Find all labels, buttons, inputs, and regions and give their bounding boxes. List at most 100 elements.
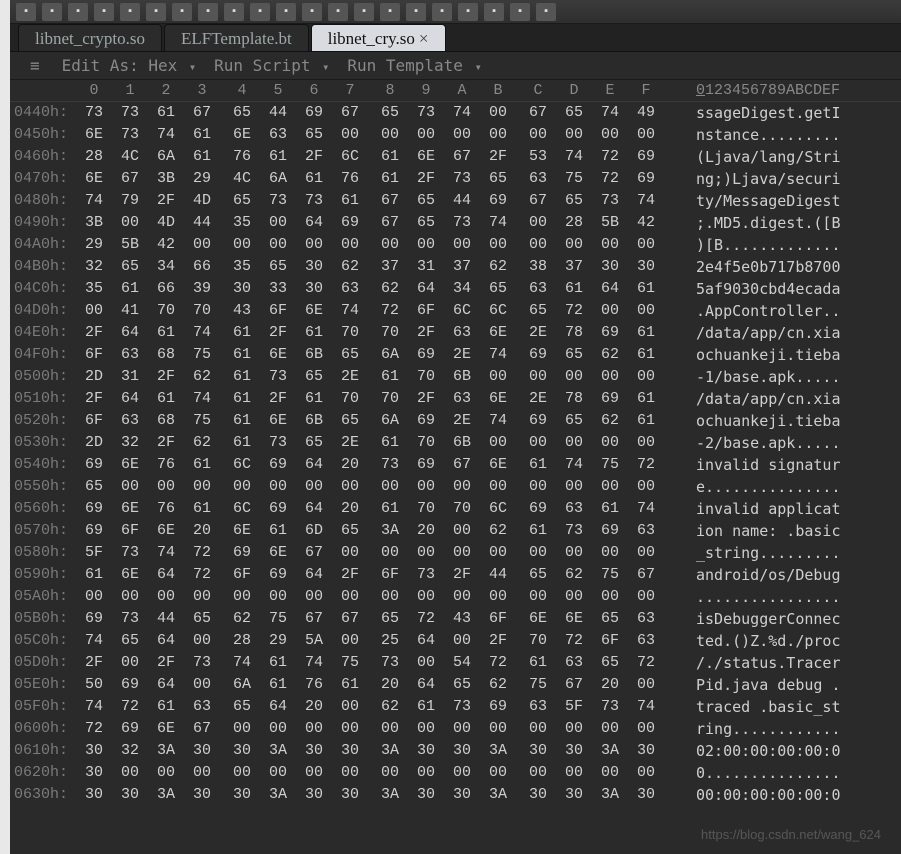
hex-byte[interactable]: 69 [480,190,516,212]
hex-byte[interactable]: 30 [296,740,332,762]
ascii-button[interactable]: ▪ [302,3,322,21]
hex-byte[interactable]: 61 [184,454,220,476]
hex-byte[interactable]: 61 [372,168,408,190]
hex-byte[interactable]: 64 [148,564,184,586]
hex-byte[interactable]: 65 [332,344,368,366]
hex-byte[interactable]: 29 [76,234,112,256]
hex-byte[interactable]: 43 [224,300,260,322]
ascii-cell[interactable]: -2/base.apk..... [672,432,901,454]
hex-byte[interactable]: 2E [332,366,368,388]
hex-byte[interactable]: 5B [112,234,148,256]
hex-byte[interactable]: 00 [480,586,516,608]
hex-byte[interactable]: 5F [556,696,592,718]
hex-byte[interactable]: 75 [592,564,628,586]
hex-byte[interactable]: 00 [184,762,220,784]
redo-button[interactable]: ▪ [146,3,166,21]
hex-byte[interactable]: 00 [592,476,628,498]
hex-byte[interactable]: 65 [556,344,592,366]
hex-byte[interactable]: 00 [480,432,516,454]
hex-byte[interactable]: 64 [296,498,332,520]
hex-byte[interactable]: 61 [628,278,664,300]
hex-byte[interactable]: 61 [520,454,556,476]
hex-byte[interactable]: 43 [444,608,480,630]
hex-bytes[interactable]: 6E673B294C6A6176612F736563757269 [76,168,672,190]
hex-byte[interactable]: 30 [184,740,220,762]
hex-byte[interactable]: 62 [556,564,592,586]
hex-byte[interactable]: 00 [112,652,148,674]
hex-byte[interactable]: 63 [444,322,480,344]
hex-byte[interactable]: 00 [332,630,368,652]
hex-byte[interactable]: 00 [556,476,592,498]
ascii-cell[interactable]: ;.MD5.digest.([B [672,212,901,234]
hex-byte[interactable]: 54 [444,652,480,674]
hex-byte[interactable]: 6C [480,498,516,520]
hex-byte[interactable]: 67 [296,608,332,630]
hex-byte[interactable]: 61 [556,278,592,300]
hex-byte[interactable]: 3A [480,784,516,806]
hex-byte[interactable]: 00 [556,234,592,256]
hex-byte[interactable]: 00 [480,366,516,388]
hex-bytes[interactable]: 2D322F626173652E61706B0000000000 [76,432,672,454]
hex-byte[interactable]: 61 [296,168,332,190]
ascii-cell[interactable]: ng;)Ljava/securi [672,168,901,190]
hex-byte[interactable]: 72 [628,454,664,476]
hex-byte[interactable]: 00 [556,542,592,564]
hex-byte[interactable]: 00 [592,586,628,608]
hex-byte[interactable]: 70 [184,300,220,322]
hex-byte[interactable]: 00 [224,476,260,498]
hex-bytes[interactable]: 30303A30303A30303A30303A30303A30 [76,784,672,806]
ascii-cell[interactable]: _string......... [672,542,901,564]
hex-byte[interactable]: 61 [628,322,664,344]
hex-byte[interactable]: 3A [260,740,296,762]
hex-byte[interactable]: 61 [260,652,296,674]
hex-byte[interactable]: 63 [184,696,220,718]
hex-byte[interactable]: 00 [260,586,296,608]
hex-byte[interactable]: 00 [408,762,444,784]
hex-byte[interactable]: 61 [372,366,408,388]
hex-byte[interactable]: 00 [480,476,516,498]
hex-byte[interactable]: 30 [520,740,556,762]
hex-byte[interactable]: 69 [408,344,444,366]
hex-byte[interactable]: 2E [444,344,480,366]
hex-byte[interactable]: 65 [556,102,592,124]
hex-byte[interactable]: 65 [556,410,592,432]
hex-byte[interactable]: 20 [408,520,444,542]
hex-byte[interactable]: 20 [296,696,332,718]
hex-byte[interactable]: 30 [592,256,628,278]
hex-button[interactable]: ▪ [276,3,296,21]
hex-byte[interactable]: 00 [520,366,556,388]
hex-byte[interactable]: 74 [76,630,112,652]
hex-byte[interactable]: 64 [296,454,332,476]
hex-byte[interactable]: 31 [112,366,148,388]
hex-byte[interactable]: 00 [628,300,664,322]
hex-byte[interactable]: 72 [556,630,592,652]
hex-byte[interactable]: 00 [112,476,148,498]
hex-byte[interactable]: 74 [76,696,112,718]
hex-byte[interactable]: 6F [112,520,148,542]
hex-byte[interactable]: 00 [628,234,664,256]
tab-2[interactable]: libnet_cry.so× [311,24,446,51]
ascii-cell[interactable]: ion name: .basic [672,520,901,542]
hex-byte[interactable]: 69 [260,498,296,520]
hex-byte[interactable]: 00 [296,586,332,608]
hex-row[interactable]: 0570h:696F6E206E616D653A20006261736963io… [10,520,901,542]
hex-bytes[interactable]: 00417070436F6E74726F6C6C65720000 [76,300,672,322]
hex-byte[interactable]: 42 [628,212,664,234]
hex-byte[interactable]: 6B [296,344,332,366]
hex-byte[interactable]: 41 [112,300,148,322]
hex-byte[interactable]: 6E [296,300,332,322]
ascii-cell[interactable]: -1/base.apk..... [672,366,901,388]
hex-byte[interactable]: 44 [260,102,296,124]
hex-byte[interactable]: 69 [520,410,556,432]
hex-byte[interactable]: 73 [260,432,296,454]
ascii-cell[interactable]: nstance......... [672,124,901,146]
hex-bytes[interactable]: 5F737472696E67000000000000000000 [76,542,672,564]
hex-byte[interactable]: 75 [184,410,220,432]
hex-row[interactable]: 0500h:2D312F626173652E61706B0000000000-1… [10,366,901,388]
hex-byte[interactable]: 00 [408,718,444,740]
hex-byte[interactable]: 76 [224,146,260,168]
hex-byte[interactable]: 20 [332,454,368,476]
hex-byte[interactable]: 72 [112,696,148,718]
hex-byte[interactable]: 6E [556,608,592,630]
hex-byte[interactable]: 5B [592,212,628,234]
